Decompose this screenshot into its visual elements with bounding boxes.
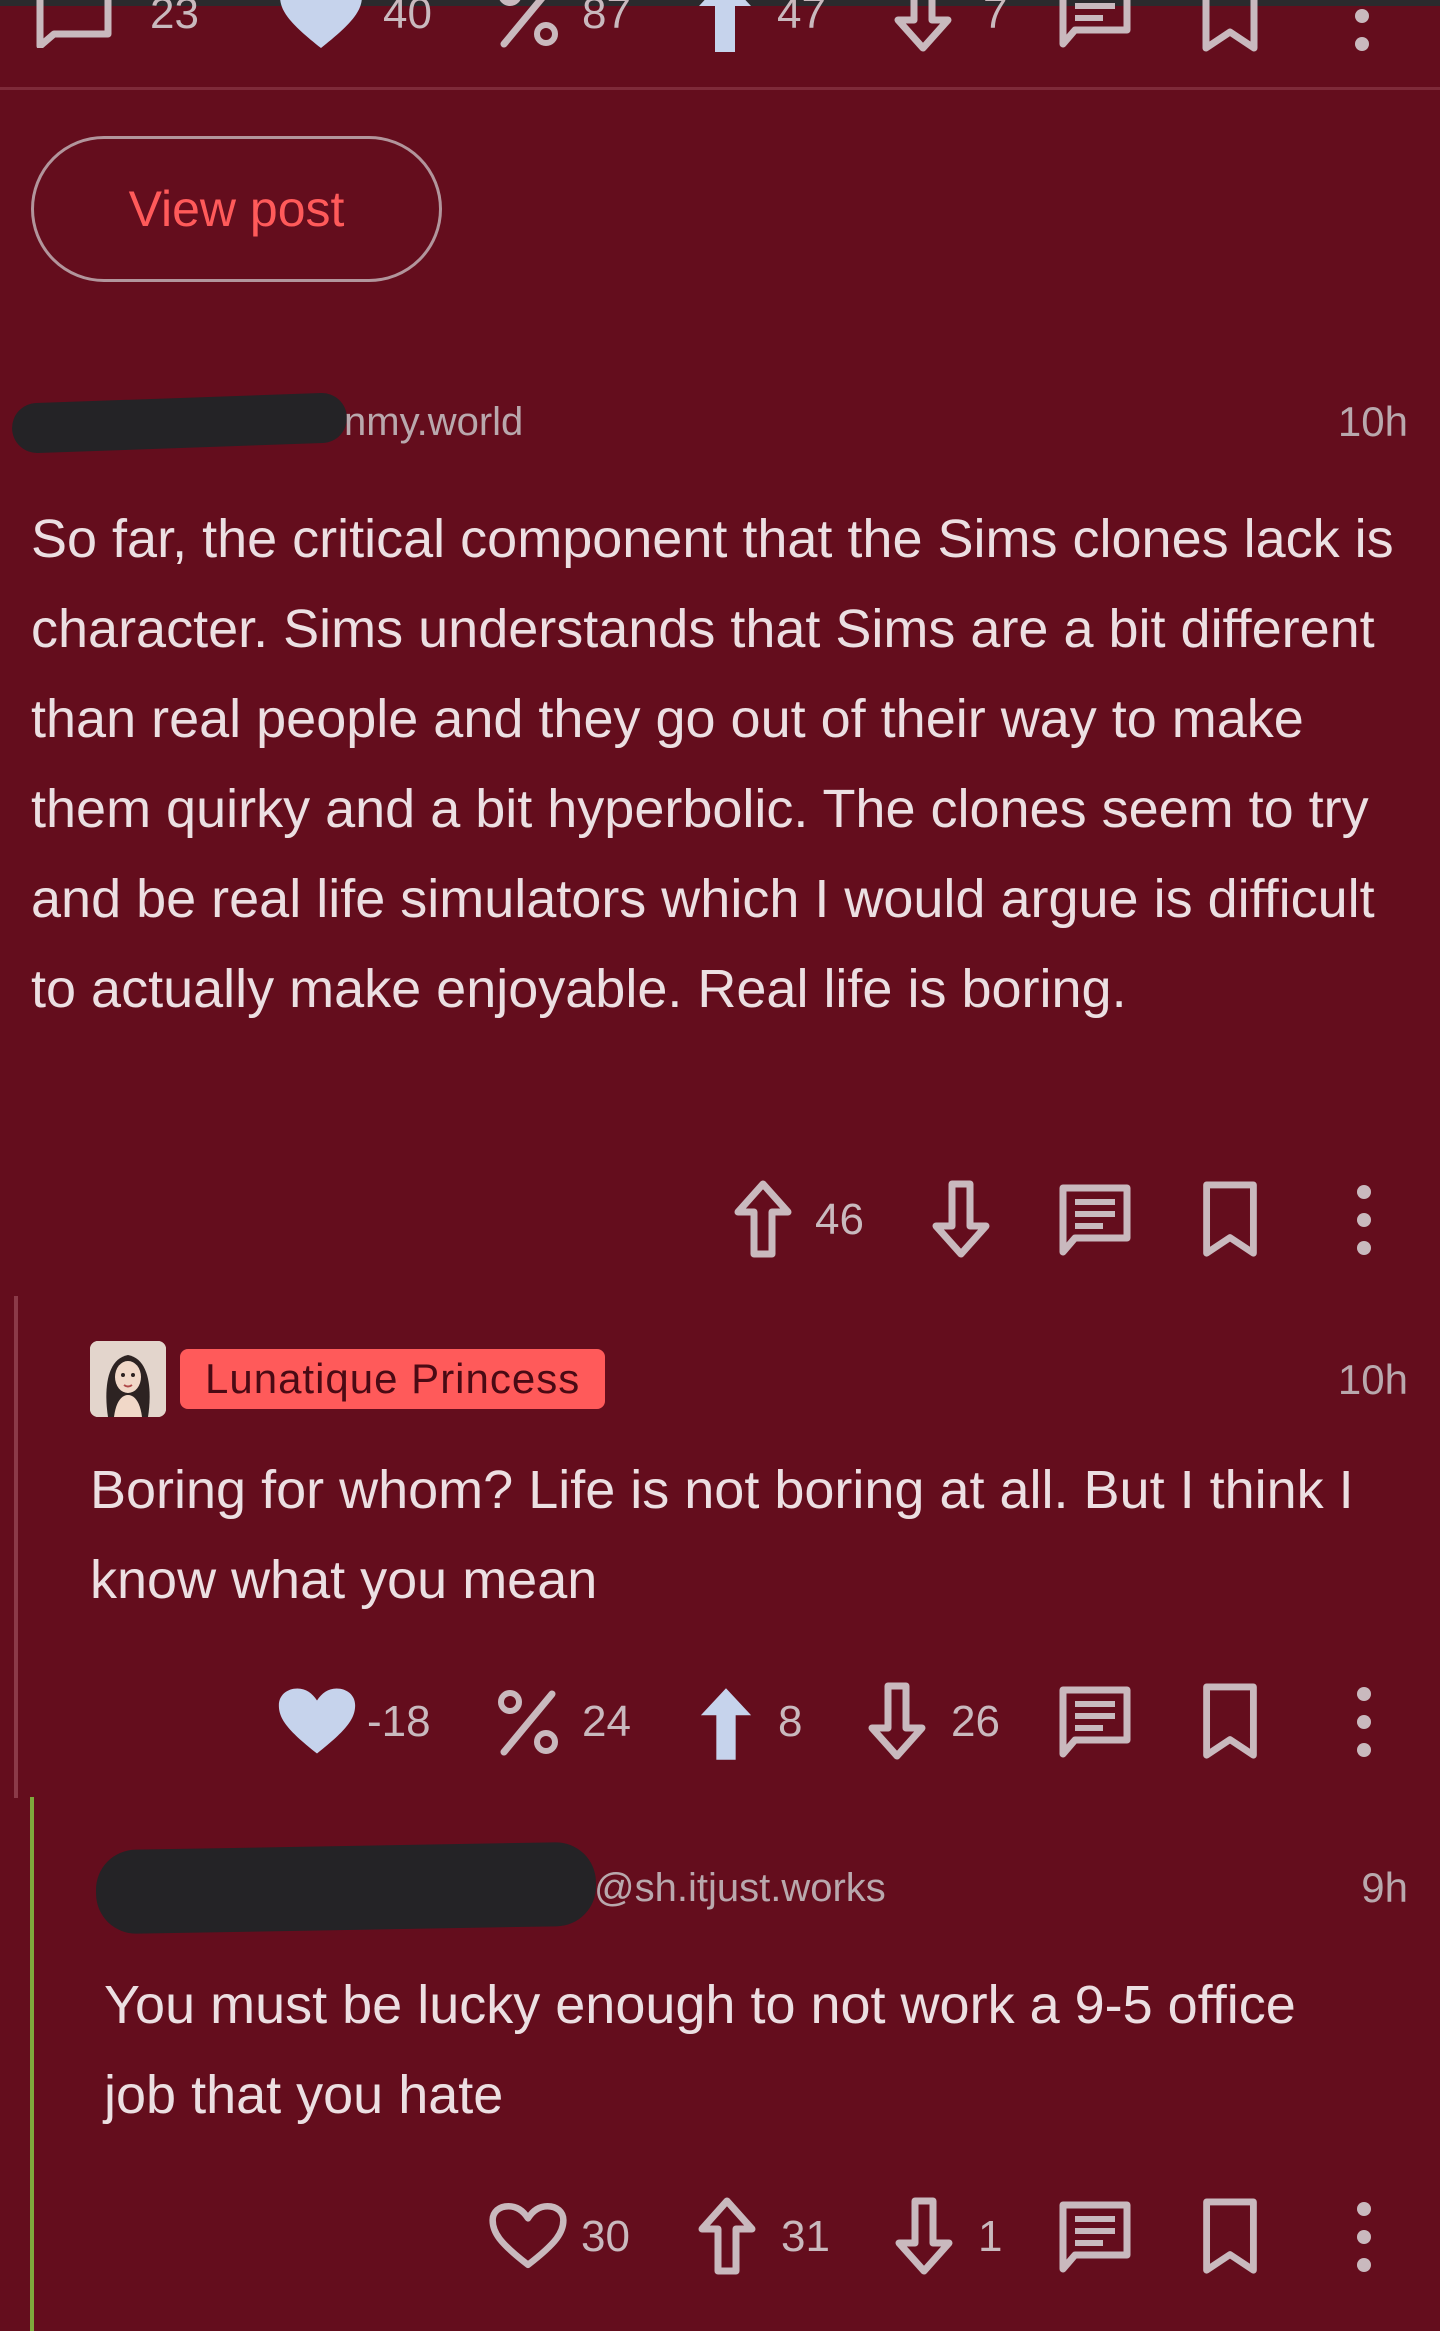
comment-body: You must be lucky enough to not work a 9…: [104, 1975, 1296, 2125]
reply-icon[interactable]: [1057, 1684, 1133, 1760]
heart-outline-icon[interactable]: [488, 2201, 568, 2271]
comment-action-bar: 30 31 1: [0, 2192, 1440, 2282]
upvote-icon[interactable]: [732, 1180, 794, 1260]
post-action-bar: 23 40 87 47 7: [0, 0, 1440, 58]
percent-icon[interactable]: [496, 0, 560, 50]
bookmark-icon[interactable]: [1200, 1683, 1260, 1761]
downvotes-count: 1: [978, 2212, 1003, 2261]
downvotes-count: 7: [983, 0, 1008, 38]
comments-count: 23: [150, 0, 199, 38]
bookmark-icon[interactable]: [1200, 0, 1260, 54]
ratio-count: 24: [582, 1697, 631, 1746]
upvotes-count: 47: [777, 0, 826, 38]
comment-author-instance: @sh.itjust.works: [594, 1866, 886, 1910]
comment-author-instance: nmy.world: [344, 400, 524, 444]
divider: [0, 87, 1440, 90]
username-badge[interactable]: Lunatique Princess: [180, 1349, 606, 1409]
downvote-icon[interactable]: [930, 1180, 992, 1260]
downvote-icon[interactable]: [893, 2197, 955, 2277]
reply-icon[interactable]: [1057, 0, 1133, 50]
likes-count: -18: [367, 1697, 431, 1746]
upvote-filled-icon[interactable]: [697, 1684, 755, 1762]
comment-icon[interactable]: [34, 0, 114, 48]
upvotes-count: 46: [815, 1195, 864, 1244]
upvote-filled-icon[interactable]: [695, 0, 755, 54]
upvote-icon[interactable]: [696, 2197, 758, 2277]
redacted-username: [95, 1841, 597, 1935]
downvote-icon[interactable]: [866, 1682, 928, 1762]
heart-icon[interactable]: [277, 1686, 357, 1756]
more-icon[interactable]: [1352, 2199, 1376, 2275]
bookmark-icon[interactable]: [1200, 2198, 1260, 2276]
more-icon[interactable]: [1352, 1182, 1376, 1258]
comment-time: 9h: [1361, 1864, 1408, 1911]
upvotes-count: 31: [781, 2212, 830, 2261]
more-icon[interactable]: [1350, 0, 1374, 54]
reply-icon[interactable]: [1057, 1182, 1133, 1258]
likes-count: 40: [383, 0, 432, 38]
percent-icon[interactable]: [496, 1686, 560, 1758]
comment-body: Boring for whom? Life is not boring at a…: [90, 1460, 1354, 1610]
comment-body: So far, the critical component that the …: [31, 509, 1394, 1019]
more-icon[interactable]: [1352, 1684, 1376, 1760]
reply-icon[interactable]: [1057, 2199, 1133, 2275]
downvotes-count: 26: [951, 1697, 1000, 1746]
bookmark-icon[interactable]: [1200, 1181, 1260, 1259]
avatar: [90, 1341, 166, 1417]
comment-time: 10h: [1337, 398, 1408, 445]
heart-icon[interactable]: [278, 0, 364, 50]
comment-action-bar: 46: [0, 1175, 1440, 1265]
comment-action-bar: -18 24 8 26: [0, 1677, 1440, 1767]
redacted-username: [11, 392, 348, 454]
ratio-count: 87: [582, 0, 631, 38]
upvotes-count: 8: [778, 1697, 803, 1746]
comment-time: 10h: [1337, 1356, 1408, 1403]
likes-count: 30: [581, 2212, 630, 2261]
downvote-icon[interactable]: [892, 0, 954, 54]
view-post-button[interactable]: View post: [31, 136, 442, 282]
